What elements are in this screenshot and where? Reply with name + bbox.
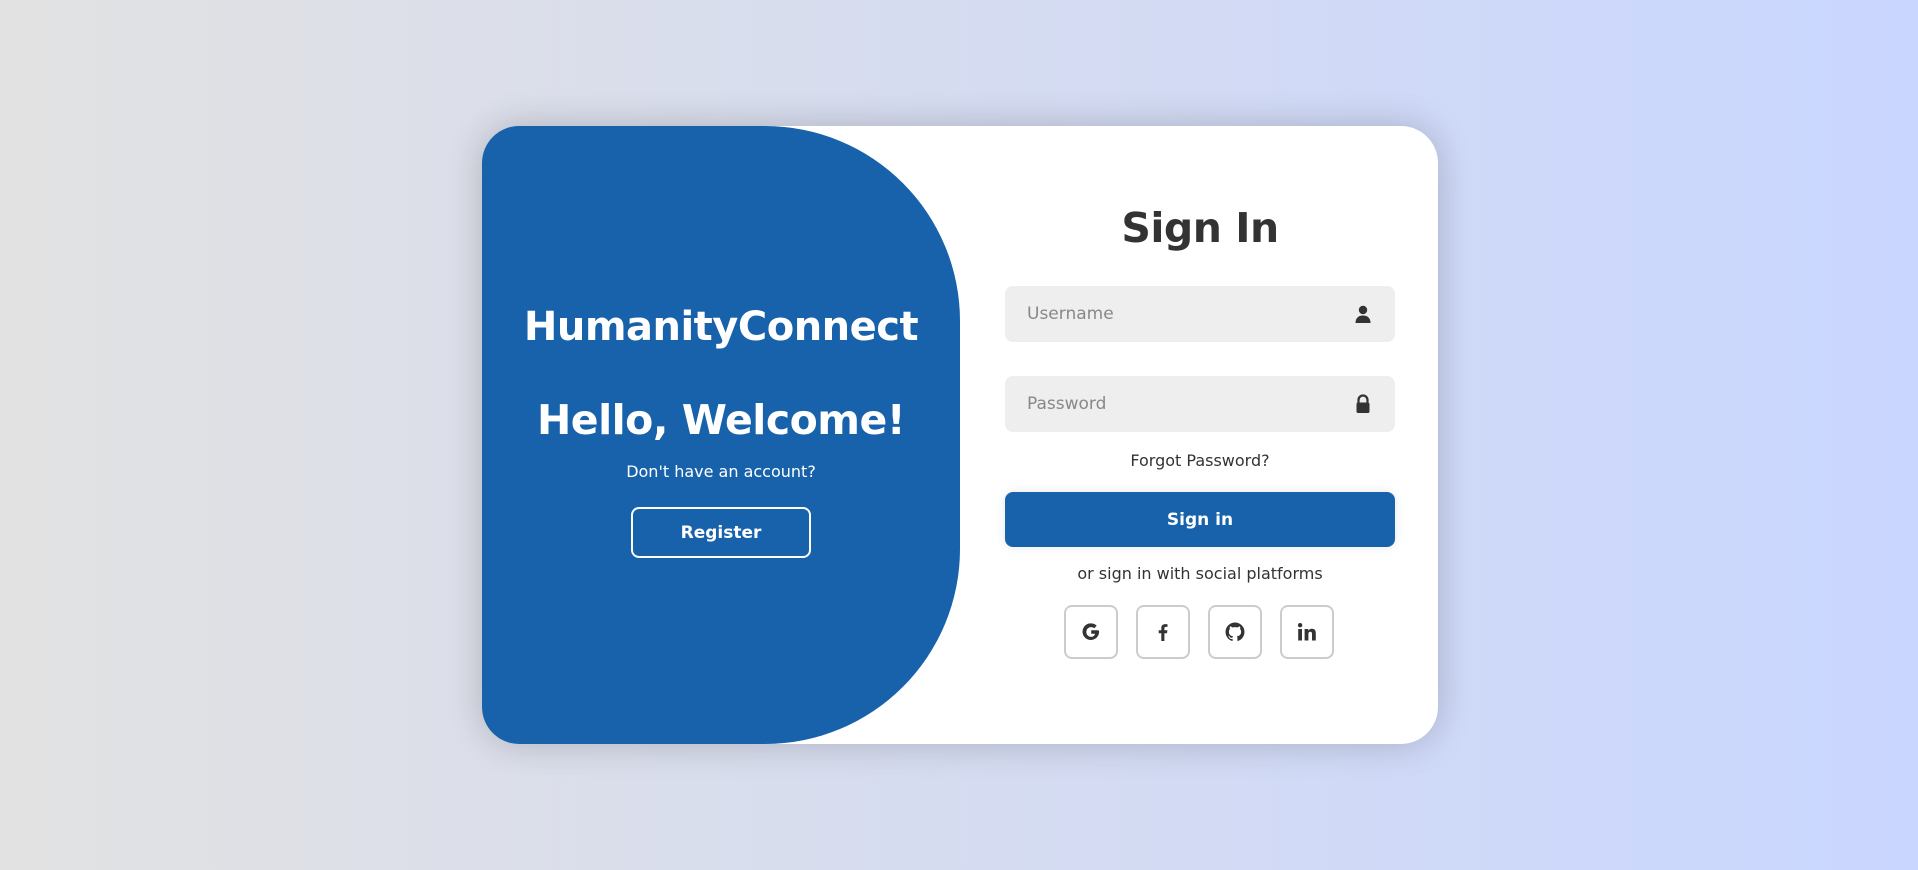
forgot-password-link[interactable]: Forgot Password? bbox=[1005, 451, 1395, 470]
login-card: HumanityConnect Hello, Welcome! Don't ha… bbox=[482, 126, 1438, 744]
social-signin-text: or sign in with social platforms bbox=[1077, 564, 1323, 583]
google-icon bbox=[1082, 623, 1100, 640]
brand-title: HumanityConnect bbox=[523, 304, 919, 350]
user-icon bbox=[1355, 305, 1371, 323]
welcome-panel: HumanityConnect Hello, Welcome! Don't ha… bbox=[482, 126, 960, 744]
form-title: Sign In bbox=[1121, 204, 1279, 252]
password-input[interactable] bbox=[1005, 376, 1335, 432]
signin-button[interactable]: Sign in bbox=[1005, 492, 1395, 547]
facebook-button[interactable] bbox=[1136, 605, 1190, 659]
linkedin-button[interactable] bbox=[1280, 605, 1334, 659]
google-button[interactable] bbox=[1064, 605, 1118, 659]
lock-icon bbox=[1356, 394, 1370, 413]
linkedin-icon bbox=[1297, 623, 1316, 641]
username-input[interactable] bbox=[1005, 286, 1335, 342]
password-field-box bbox=[1005, 376, 1395, 432]
register-button[interactable]: Register bbox=[631, 507, 811, 558]
github-icon bbox=[1225, 622, 1245, 642]
signin-form: Sign In Forgot Password? Sign in or sign… bbox=[1005, 126, 1395, 744]
username-field-box bbox=[1005, 286, 1395, 342]
github-button[interactable] bbox=[1208, 605, 1262, 659]
welcome-heading: Hello, Welcome! bbox=[536, 396, 906, 444]
no-account-text: Don't have an account? bbox=[626, 462, 816, 481]
facebook-icon bbox=[1158, 624, 1168, 641]
